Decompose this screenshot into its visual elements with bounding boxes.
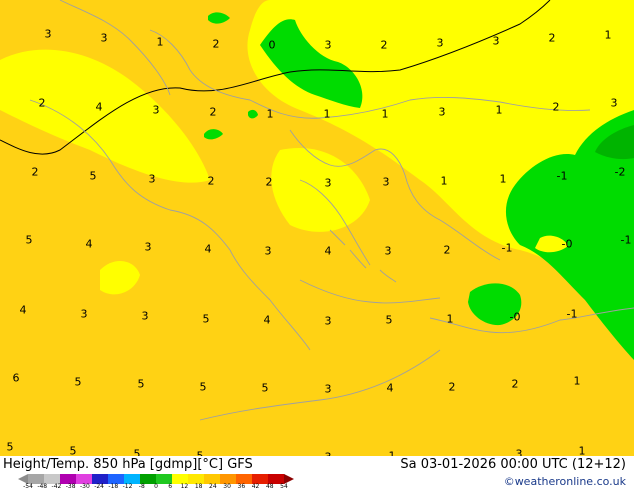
temperature-value: 2 bbox=[443, 243, 451, 257]
temperature-value: 0 bbox=[268, 38, 276, 52]
temperature-value: 1 bbox=[266, 107, 274, 121]
colorbar-tick-label: 18 bbox=[194, 483, 203, 490]
temperature-value: 2 bbox=[511, 377, 519, 391]
temperature-value: 5 bbox=[74, 375, 82, 389]
temperature-value: 3 bbox=[610, 96, 618, 110]
valid-datetime: Sa 03-01-2026 00:00 UTC (12+12) bbox=[400, 457, 626, 472]
temperature-value: 4 bbox=[204, 242, 212, 256]
colorbar-tick-label: -8 bbox=[138, 483, 145, 490]
temperature-value: 5 bbox=[385, 313, 393, 327]
temperature-value: 1 bbox=[323, 107, 331, 121]
temperature-value: 5 bbox=[199, 380, 207, 394]
temperature-value: 4 bbox=[85, 237, 93, 251]
temperature-value: 1 bbox=[578, 444, 586, 457]
temperature-value: 6 bbox=[12, 371, 20, 385]
temperature-value: 1 bbox=[156, 35, 164, 49]
temperature-value: 1 bbox=[446, 312, 454, 326]
temperature-value: 3 bbox=[492, 34, 500, 48]
temperature-value: 3 bbox=[324, 382, 332, 396]
temperature-value: 3 bbox=[515, 447, 523, 457]
colorbar-tick-label: -48 bbox=[37, 483, 48, 490]
temperature-value: -0 bbox=[509, 310, 521, 324]
colorbar-tick-label: 36 bbox=[237, 483, 246, 490]
temperature-value: -1 bbox=[620, 233, 632, 247]
colorbar-tick-label: -24 bbox=[94, 483, 105, 490]
temperature-value: 5 bbox=[137, 377, 145, 391]
temperature-value: 1 bbox=[495, 103, 503, 117]
colorbar-tick-label: 24 bbox=[209, 483, 217, 490]
temperature-value: 3 bbox=[100, 31, 108, 45]
map-footer: Height/Temp. 850 hPa [gdmp][°C] GFS Sa 0… bbox=[0, 456, 634, 490]
temperature-value: 2 bbox=[209, 105, 217, 119]
temperature-value: 3 bbox=[324, 176, 332, 190]
temperature-value: -0 bbox=[561, 237, 573, 251]
colorbar-tick-label: 42 bbox=[251, 483, 260, 490]
colorbar-tick-label: 12 bbox=[180, 483, 189, 490]
colorbar-tick-label: 6 bbox=[168, 483, 173, 490]
colorbar-tick-label: 30 bbox=[223, 483, 231, 490]
temperature-value: 3 bbox=[438, 105, 446, 119]
temperature-value: 1 bbox=[604, 28, 612, 42]
temperature-value: 1 bbox=[440, 174, 448, 188]
temperature-value: 5 bbox=[133, 447, 141, 457]
colorbar-tick-label: 48 bbox=[265, 483, 274, 490]
colorbar-tick-label: -38 bbox=[65, 483, 76, 490]
colorbar-tick-label: -54 bbox=[23, 483, 33, 490]
temperature-value: 1 bbox=[381, 107, 389, 121]
temperature-value: 2 bbox=[212, 37, 220, 51]
colorbar-tick-label: 0 bbox=[154, 483, 158, 490]
temperature-value: 4 bbox=[386, 381, 394, 395]
temperature-value: 4 bbox=[324, 244, 332, 258]
temperature-value: 5 bbox=[89, 169, 97, 183]
temperature-value: 3 bbox=[264, 244, 272, 258]
temperature-value: 5 bbox=[202, 312, 210, 326]
temperature-value: 2 bbox=[448, 380, 456, 394]
temperature-value: 3 bbox=[141, 309, 149, 323]
temperature-value: 3 bbox=[436, 36, 444, 50]
colorbar-tick-label: 54 bbox=[280, 483, 288, 490]
temperature-value: 2 bbox=[207, 174, 215, 188]
temperature-value: 2 bbox=[380, 38, 388, 52]
credit-link[interactable]: ©weatheronline.co.uk bbox=[504, 475, 626, 488]
temperature-value: 5 bbox=[261, 381, 269, 395]
temperature-value: -1 bbox=[501, 241, 513, 255]
map-title: Height/Temp. 850 hPa [gdmp][°C] GFS bbox=[3, 457, 253, 472]
temperature-value: 3 bbox=[44, 27, 52, 41]
temperature-value: 2 bbox=[31, 165, 39, 179]
temperature-value: 3 bbox=[152, 103, 160, 117]
temperature-value: 2 bbox=[552, 100, 560, 114]
temperature-value: 2 bbox=[38, 96, 46, 110]
colorbar-tick-label: -30 bbox=[79, 483, 90, 490]
temperature-value: 3 bbox=[384, 244, 392, 258]
temperature-value: 3 bbox=[80, 307, 88, 321]
temperature-value: 4 bbox=[19, 303, 27, 317]
temperature-value: 1 bbox=[573, 374, 581, 388]
temperature-value: -1 bbox=[556, 169, 568, 183]
temperature-value: 5 bbox=[6, 440, 14, 454]
temperature-value: 4 bbox=[263, 313, 271, 327]
temperature-value: 5 bbox=[69, 444, 77, 457]
temperature-field bbox=[0, 0, 634, 456]
temperature-value: 3 bbox=[144, 240, 152, 254]
temperature-value: 4 bbox=[95, 100, 103, 114]
weather-map: 3 3 1 2 0 3 2 3 3 2 1 2 4 3 2 1 1 1 3 1 2 3 2 5 3 2 2 3 3 1 1 -1 -2 5 4 3 4 3… bbox=[0, 0, 634, 456]
temperature-value: -1 bbox=[566, 307, 578, 321]
temperature-value: 2 bbox=[265, 175, 273, 189]
colorbar-tick-label: -12 bbox=[122, 483, 133, 490]
colorbar-tick-label: -18 bbox=[108, 483, 119, 490]
temperature-value: 1 bbox=[499, 172, 507, 186]
temperature-value: 3 bbox=[148, 172, 156, 186]
temperature-value: 3 bbox=[324, 314, 332, 328]
temperature-value: 5 bbox=[25, 233, 33, 247]
temperature-value: 3 bbox=[382, 175, 390, 189]
temperature-value: 2 bbox=[548, 31, 556, 45]
temperature-value: 3 bbox=[324, 38, 332, 52]
colorbar-tick-label: -42 bbox=[51, 483, 62, 490]
temperature-value: -2 bbox=[614, 165, 626, 179]
